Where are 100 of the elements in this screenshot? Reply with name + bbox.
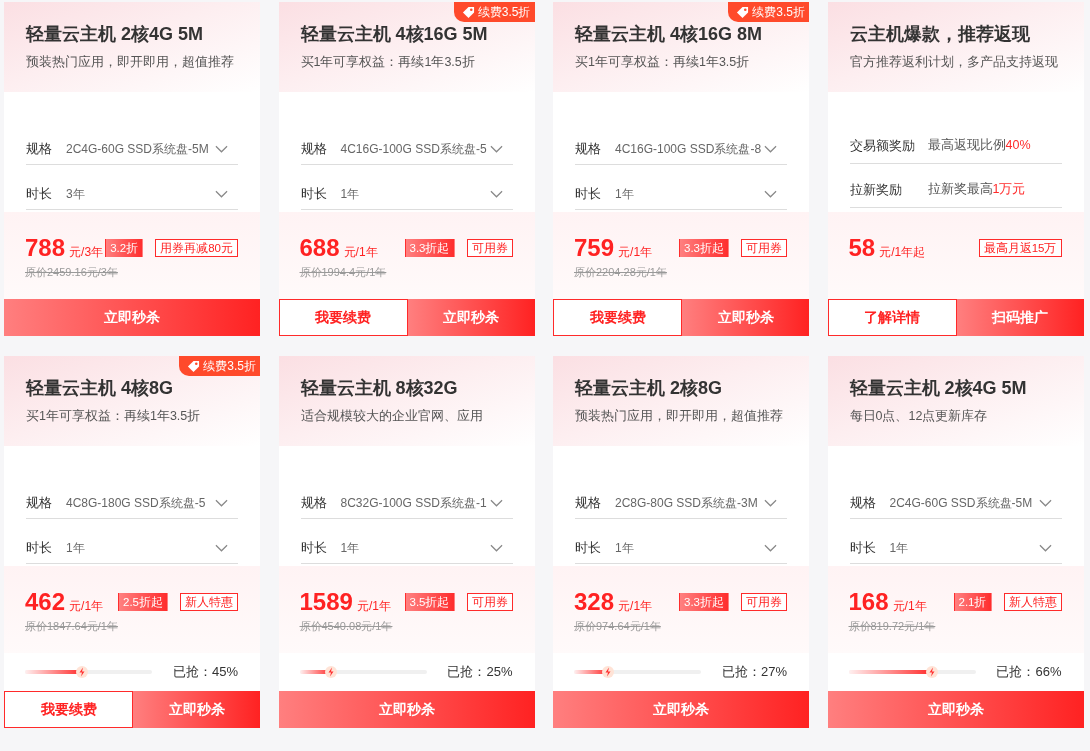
reward-label: 拉新奖励	[849, 180, 903, 199]
action-button[interactable]: 了解详情	[827, 299, 957, 336]
action-button[interactable]: 立即秒杀	[407, 299, 535, 336]
reward-value: 最高返现比例40%	[927, 137, 1031, 154]
dropdown-field[interactable]: 2C4G-60G SSD系统盘-5M	[66, 140, 238, 158]
sold-percentage: 已抢：27%	[721, 663, 787, 681]
price: 1589	[299, 588, 353, 616]
field-label: 时长	[26, 539, 53, 557]
discount-tag: 2.1折	[953, 593, 992, 611]
dropdown-field[interactable]: 1年	[615, 539, 787, 557]
price: 58	[848, 234, 876, 262]
chevron-icon	[1038, 499, 1052, 507]
dropdown-field[interactable]: 8C32G-100G SSD系统盘-1	[340, 494, 513, 512]
original-price: 原价1994.4元/1年	[299, 265, 388, 280]
discount-tag: 可用券	[741, 593, 787, 611]
discount-tag: 3.3折起	[679, 239, 729, 257]
field-label: 规格	[26, 494, 53, 512]
dropdown-field[interactable]: 3年	[66, 185, 238, 203]
price-unit: 元/1年	[618, 598, 653, 615]
action-button[interactable]: 立即秒杀	[682, 299, 809, 336]
dropdown-field[interactable]: 2C4G-60G SSD系统盘-5M	[889, 494, 1062, 512]
discount-tag: 可用券	[741, 239, 787, 257]
discount-tag: 3.3折起	[404, 239, 455, 257]
discount-tag: 最高月返15万	[978, 239, 1062, 257]
price: 462	[25, 588, 66, 616]
action-button[interactable]: 立即秒杀	[553, 691, 809, 728]
discount-tag: 用券再减80元	[155, 239, 238, 257]
reward-label: 交易额奖励	[849, 136, 916, 155]
discount-tag: 3.3折起	[679, 593, 729, 611]
action-button[interactable]: 我要续费	[278, 299, 408, 336]
card-title: 云主机爆款，推荐返现	[849, 23, 1031, 46]
price: 788	[25, 234, 66, 262]
price-unit: 元/1年	[356, 598, 391, 615]
card-title: 轻量云主机 2核4G 5M	[849, 377, 1028, 400]
discount-tag: 3.2折	[105, 239, 144, 257]
discount-tag: 3.5折起	[404, 593, 455, 611]
chevron-icon	[215, 499, 228, 507]
reward-value: 拉新奖最高1万元	[927, 181, 1026, 198]
dropdown-field[interactable]: 2C8G-80G SSD系统盘-3M	[615, 494, 787, 512]
price: 328	[574, 588, 615, 616]
action-button[interactable]: 我要续费	[553, 299, 682, 336]
discount-badge: 续费3.5折	[179, 356, 260, 376]
field-label: 时长	[575, 539, 602, 557]
original-price: 原价4540.08元/1年	[299, 619, 394, 634]
field-label: 时长	[300, 539, 328, 557]
field-label: 时长	[300, 185, 328, 203]
chevron-icon	[764, 145, 777, 153]
card-subtitle: 买1年可享权益：再续1年3.5折	[575, 54, 751, 71]
discount-tag: 2.5折起	[118, 593, 168, 611]
action-button[interactable]: 立即秒杀	[133, 691, 260, 728]
discount-tag: 新人特惠	[1003, 593, 1062, 611]
dropdown-field[interactable]: 1年	[340, 539, 513, 557]
sold-percentage: 已抢：66%	[996, 663, 1062, 681]
dropdown-field[interactable]: 1年	[66, 539, 238, 557]
card-subtitle: 买1年可享权益：再续1年3.5折	[300, 54, 476, 71]
card-subtitle: 每日0点、12点更新库存	[849, 408, 989, 425]
card-title: 轻量云主机 2核8G	[575, 377, 724, 400]
tag-icon	[187, 359, 201, 373]
dropdown-field[interactable]: 1年	[615, 185, 787, 203]
action-button[interactable]: 立即秒杀	[827, 691, 1084, 728]
chevron-icon	[764, 544, 777, 552]
chevron-icon	[764, 190, 777, 198]
chevron-icon	[215, 145, 228, 153]
dropdown-field[interactable]: 4C16G-100G SSD系统盘-8	[615, 140, 787, 158]
chevron-icon	[215, 544, 228, 552]
card-subtitle: 官方推荐返利计划，多产品支持返现	[849, 54, 1059, 71]
chevron-icon	[1038, 544, 1052, 552]
card-subtitle: 预装热门应用，即开即用，超值推荐	[26, 54, 235, 71]
chevron-icon	[215, 190, 228, 198]
action-button[interactable]: 我要续费	[4, 691, 133, 728]
price-unit: 元/3年	[69, 244, 104, 261]
original-price: 原价819.72元/1年	[848, 619, 937, 634]
action-button[interactable]: 立即秒杀	[4, 299, 260, 336]
dropdown-field[interactable]: 1年	[340, 185, 513, 203]
card-title: 轻量云主机 4核8G	[26, 377, 175, 400]
price-unit: 元/1年	[892, 598, 927, 615]
bolt-icon	[76, 666, 89, 678]
field-label: 规格	[300, 140, 328, 158]
tag-icon	[461, 5, 475, 19]
sold-percentage: 已抢：25%	[447, 663, 513, 681]
discount-badge: 续费3.5折	[453, 2, 535, 22]
price-unit: 元/1年起	[879, 244, 926, 261]
dropdown-field[interactable]: 1年	[889, 539, 1062, 557]
bolt-icon	[325, 666, 338, 678]
dropdown-field[interactable]: 4C8G-180G SSD系统盘-5	[66, 494, 238, 512]
action-button[interactable]: 立即秒杀	[278, 691, 535, 728]
card-subtitle: 预装热门应用，即开即用，超值推荐	[575, 408, 784, 425]
chevron-icon	[489, 145, 503, 153]
price-unit: 元/1年	[618, 244, 653, 261]
field-label: 时长	[575, 185, 602, 203]
field-label: 规格	[575, 140, 602, 158]
card-subtitle: 适合规模较大的企业官网、应用	[300, 408, 484, 425]
chevron-icon	[489, 544, 503, 552]
dropdown-field[interactable]: 4C16G-100G SSD系统盘-5	[340, 140, 513, 158]
field-label: 时长	[26, 185, 53, 203]
bolt-icon	[602, 666, 615, 678]
original-price: 原价2459.16元/3年	[25, 265, 119, 280]
action-button[interactable]: 扫码推广	[956, 299, 1084, 336]
price: 168	[848, 588, 889, 616]
chevron-icon	[489, 499, 503, 507]
